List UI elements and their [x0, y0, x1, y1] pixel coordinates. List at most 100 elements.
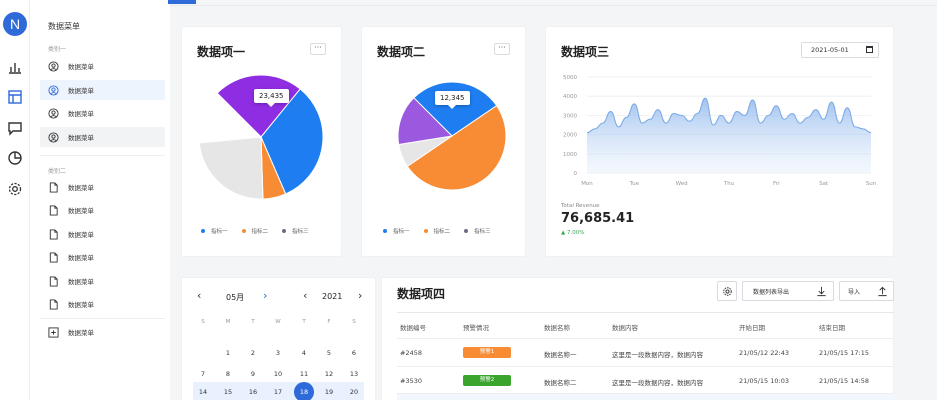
date-picker[interactable]: 2021-05-01 — [801, 42, 879, 58]
weekday-label: S — [352, 319, 356, 325]
menu-item-label: 数据菜单 — [68, 278, 94, 286]
upload-icon — [878, 286, 887, 297]
calendar-day[interactable]: 12 — [319, 370, 339, 378]
y-tick-label: 1000 — [563, 152, 577, 158]
card-title: 数据项四 — [397, 287, 446, 301]
calendar-day[interactable]: 2 — [243, 349, 263, 357]
legend-item[interactable]: 指标一 — [383, 227, 410, 235]
gear-icon[interactable] — [7, 181, 23, 197]
column-header: 开始日期 — [739, 324, 765, 332]
app-logo[interactable]: N — [3, 12, 27, 36]
card-title: 数据项三 — [561, 45, 610, 59]
menu-item[interactable]: 数据菜单 — [40, 177, 165, 197]
weekday-label: W — [275, 319, 281, 325]
calendar-day[interactable]: 1 — [218, 349, 238, 357]
more-options-button[interactable]: ··· — [494, 43, 510, 55]
pie-slice[interactable] — [198, 136, 264, 200]
next-month-button[interactable]: › — [263, 290, 267, 301]
calendar-day[interactable]: 19 — [319, 388, 339, 396]
settings-button[interactable] — [717, 281, 737, 301]
calendar-day[interactable]: 17 — [268, 388, 288, 396]
menu-item-hovered[interactable]: 数据菜单 — [40, 127, 165, 147]
more-options-button[interactable]: ··· — [310, 43, 326, 55]
pie-chart-icon[interactable] — [7, 150, 23, 166]
weekday-label: T — [251, 319, 255, 325]
calendar-day[interactable]: 13 — [344, 370, 364, 378]
add-menu-item[interactable]: 数据菜单 — [40, 322, 165, 342]
import-button[interactable]: 导入 — [839, 281, 894, 301]
top-divider — [170, 5, 937, 6]
calendar-day[interactable]: 6 — [344, 349, 364, 357]
card-title: 数据项二 — [377, 45, 426, 59]
calendar-year: 2021 — [322, 292, 343, 301]
menu-item-label: 数据菜单 — [68, 231, 94, 239]
document-icon — [49, 204, 58, 216]
menu-item[interactable]: 数据菜单 — [40, 294, 165, 314]
calendar-day-selected[interactable]: 18 — [294, 388, 314, 396]
revenue-label: Total Revenue — [561, 203, 600, 209]
column-header: 结束日期 — [819, 324, 845, 332]
column-header: 数据内容 — [612, 324, 638, 332]
download-icon — [817, 286, 826, 297]
calendar-day[interactable]: 15 — [218, 388, 238, 396]
row-divider — [397, 366, 894, 367]
legend-item[interactable]: 指标三 — [464, 227, 491, 235]
chart-legend: 指标一 指标二 指标三 — [201, 227, 309, 235]
column-header: 预警情况 — [463, 324, 489, 332]
legend-label: 指标二 — [433, 229, 451, 235]
menu-item-label: 数据菜单 — [68, 63, 94, 71]
menu-item[interactable]: 数据菜单 — [40, 200, 165, 220]
cell-start-date: 21/05/12 22:43 — [739, 349, 789, 357]
sidebar-menu: 数据菜单 类别一 数据菜单 数据菜单 数据菜单 数据菜单 类别二 数据菜单 数据… — [30, 0, 170, 400]
cell-name: 数据名称一 — [544, 351, 577, 359]
calendar-day[interactable]: 10 — [268, 370, 288, 378]
menu-item-label: 数据菜单 — [68, 184, 94, 192]
cell-end-date: 21/05/15 14:58 — [819, 377, 869, 385]
x-tick-label: Sun — [866, 181, 877, 187]
next-year-button[interactable]: › — [358, 290, 362, 301]
menu-item-label: 数据菜单 — [68, 301, 94, 309]
calendar-day[interactable]: 14 — [193, 388, 213, 396]
layout-icon[interactable] — [7, 89, 23, 105]
menu-item[interactable]: 数据菜单 — [40, 103, 165, 123]
table-row-partial — [397, 394, 894, 400]
menu-group-label: 类别一 — [48, 46, 67, 53]
x-tick-label: Sat — [819, 181, 829, 187]
calendar-day[interactable]: 8 — [218, 370, 238, 378]
calendar-day[interactable]: 7 — [193, 370, 213, 378]
message-icon[interactable] — [7, 120, 23, 136]
calendar-day[interactable]: 16 — [243, 388, 263, 396]
menu-item-selected[interactable]: 数据菜单 — [40, 80, 165, 100]
menu-item[interactable]: 数据菜单 — [40, 56, 165, 76]
menu-item[interactable]: 数据菜单 — [40, 247, 165, 267]
legend-item[interactable]: 指标二 — [423, 227, 451, 235]
y-tick-label: 2000 — [563, 133, 577, 139]
cell-id: #2458 — [400, 349, 422, 357]
y-tick-label: 5000 — [563, 75, 577, 81]
calendar-day[interactable]: 4 — [294, 349, 314, 357]
legend-item[interactable]: 指标二 — [241, 227, 268, 235]
menu-item-label: 数据菜单 — [68, 110, 94, 118]
menu-item[interactable]: 数据菜单 — [40, 271, 165, 291]
x-tick-label: Thu — [723, 181, 734, 187]
export-list-button[interactable]: 数据列表导出 — [742, 281, 834, 301]
calendar-day[interactable]: 11 — [294, 370, 314, 378]
calendar-day[interactable]: 3 — [268, 349, 288, 357]
prev-month-button[interactable]: ‹ — [197, 290, 201, 301]
menu-item[interactable]: 数据菜单 — [40, 224, 165, 244]
legend-item[interactable]: 指标一 — [201, 227, 228, 235]
menu-title: 数据菜单 — [48, 22, 80, 31]
calendar-day[interactable]: 9 — [243, 370, 263, 378]
user-circle-icon — [48, 131, 59, 143]
cell-id: #3530 — [400, 377, 422, 385]
date-value: 2021-05-01 — [811, 46, 849, 54]
cell-name: 数据名称二 — [544, 379, 577, 387]
legend-item[interactable]: 指标三 — [282, 227, 309, 235]
menu-item-label: 数据菜单 — [68, 87, 94, 95]
column-header: 数据名称 — [544, 324, 570, 332]
prev-year-button[interactable]: ‹ — [303, 290, 307, 301]
bar-chart-icon[interactable] — [7, 59, 23, 75]
column-header: 数据编号 — [400, 324, 426, 332]
calendar-day[interactable]: 20 — [344, 388, 364, 396]
calendar-day[interactable]: 5 — [319, 349, 339, 357]
